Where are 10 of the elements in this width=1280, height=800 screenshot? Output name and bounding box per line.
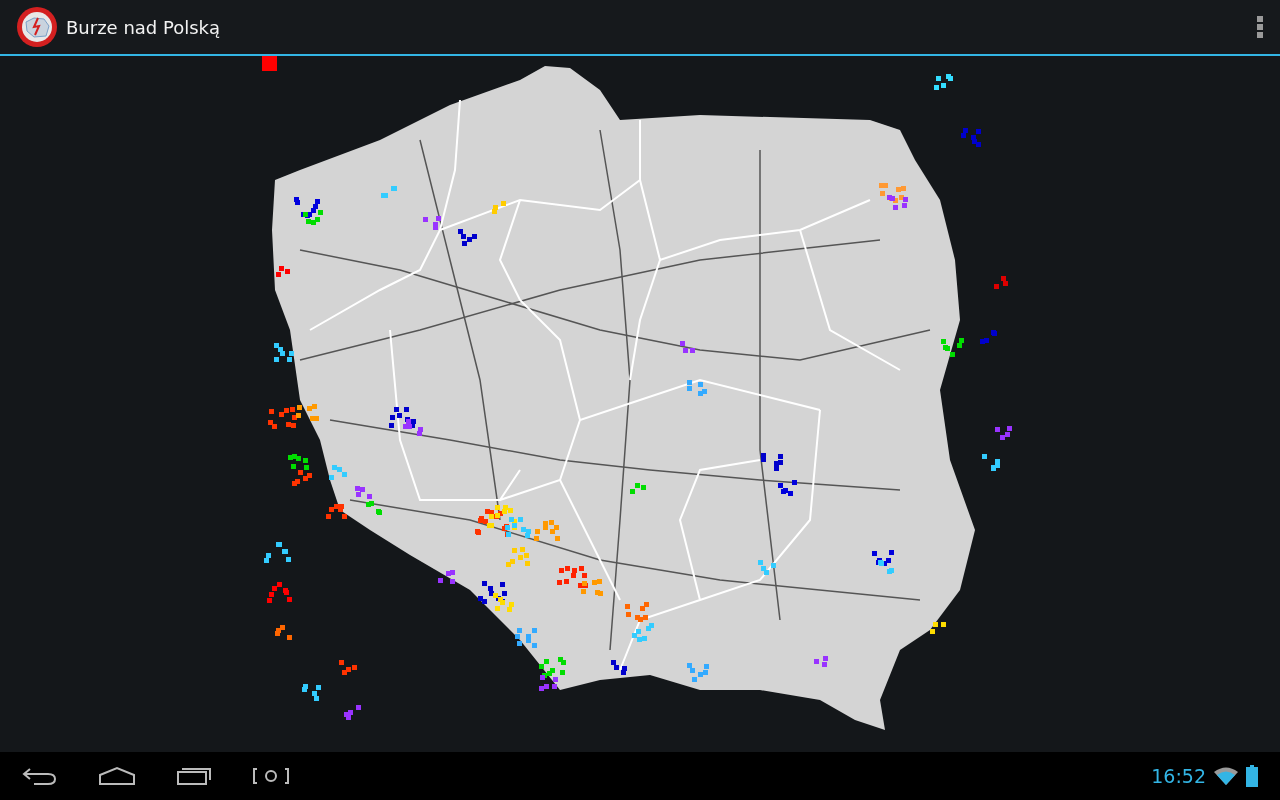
- app-title: Burze nad Polską: [66, 16, 221, 38]
- back-icon[interactable]: [22, 765, 58, 787]
- battery-icon: [1246, 765, 1258, 787]
- overflow-menu-icon[interactable]: [1256, 15, 1264, 39]
- clock-time: 16:52: [1151, 765, 1206, 787]
- app-logo-icon[interactable]: [16, 6, 58, 48]
- screenshot-icon[interactable]: [252, 767, 290, 785]
- wifi-icon: [1214, 767, 1238, 785]
- recent-apps-icon[interactable]: [176, 766, 212, 786]
- home-icon[interactable]: [98, 766, 136, 786]
